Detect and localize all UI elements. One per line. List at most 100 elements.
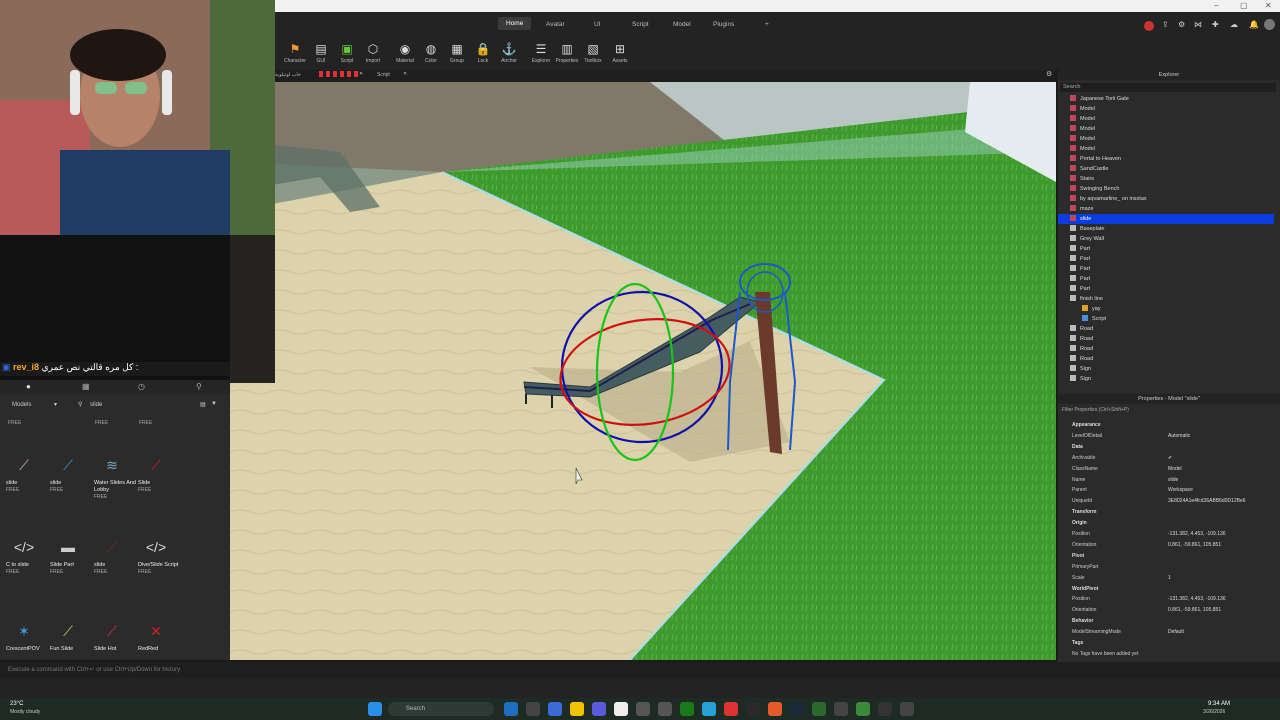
toolbox-search-input[interactable]: slide	[90, 402, 102, 408]
explorer-item[interactable]: Stairs	[1058, 174, 1274, 184]
property-value[interactable]: 0.861, -59.861, 105.851	[1168, 605, 1221, 615]
explorer-button[interactable]: ☰ Explorer	[527, 42, 555, 64]
property-value[interactable]: 1	[1168, 573, 1171, 583]
asset-item[interactable]: ⟋ slide FREE	[88, 532, 136, 576]
toolbox-button[interactable]: ▧ Toolbox	[579, 42, 607, 64]
asset-item[interactable]: ▬ Slide Part FREE	[44, 532, 92, 575]
3d-viewport[interactable]	[230, 82, 1056, 660]
tab-ui[interactable]: UI	[594, 21, 601, 28]
asset-item[interactable]: ⟋ slide FREE	[0, 450, 48, 494]
viewport-settings-icon[interactable]: ⚙	[1046, 70, 1052, 78]
property-value[interactable]: Default	[1168, 627, 1184, 637]
properties-filter-input[interactable]: Filter Properties (Ctrl+Shift+P)	[1062, 407, 1129, 413]
explorer-item[interactable]: Road	[1058, 334, 1274, 344]
property-category[interactable]: WorldPivot	[1058, 584, 1276, 594]
mail-icon[interactable]	[636, 702, 650, 716]
recent-icon[interactable]: ◷	[138, 382, 145, 391]
group-button[interactable]: ▦ Group	[443, 42, 471, 64]
asset-item[interactable]: ✶ CrescentPOV	[0, 616, 48, 653]
recording-icon[interactable]	[1144, 21, 1154, 31]
terminal-icon[interactable]	[856, 702, 870, 716]
share-icon[interactable]: ⇪	[1162, 20, 1169, 29]
anchor-button[interactable]: ⚓ Anchor	[495, 42, 523, 64]
explorer-item[interactable]: Grey Wall	[1058, 234, 1274, 244]
app-icon[interactable]	[548, 702, 562, 716]
tab-avatar[interactable]: Avatar	[546, 21, 565, 28]
property-row[interactable]: ClassName Model	[1058, 464, 1276, 474]
media-icon[interactable]	[658, 702, 672, 716]
property-row[interactable]: Archivable ✔	[1058, 453, 1276, 463]
property-row[interactable]: LevelOfDetail Automatic	[1058, 431, 1276, 441]
assets-button[interactable]: ⊞ Assets	[606, 42, 634, 64]
asset-item[interactable]: ⟋ Fun Slide	[44, 616, 92, 653]
explorer-item[interactable]: Model	[1058, 144, 1274, 154]
cloud-icon[interactable]: ☁	[1230, 20, 1238, 29]
chrome-icon[interactable]	[724, 702, 738, 716]
property-row[interactable]: UniqueId 3E8024A1e4fcd36ABB6d0D12Be6	[1058, 496, 1276, 506]
explorer-item[interactable]: Model	[1058, 104, 1274, 114]
clock-time[interactable]: 9:34 AM	[1208, 701, 1230, 707]
property-category[interactable]: Appearance	[1058, 420, 1276, 430]
notification-icon[interactable]: 🔔	[1249, 20, 1259, 29]
tab-script-doc[interactable]: Script	[377, 72, 390, 78]
explorer-search-input[interactable]: Search	[1060, 83, 1276, 92]
taskbar-search-input[interactable]: Search	[388, 702, 494, 716]
explorer-item[interactable]: by aqvamarline_ on insxtax	[1058, 194, 1274, 204]
property-row[interactable]: Orientation 0.861, -59.861, 105.851	[1058, 540, 1276, 550]
property-row[interactable]: Position -131.382, 4.453, -109.136	[1058, 529, 1276, 539]
property-row[interactable]: No Tags have been added yet	[1058, 649, 1276, 659]
xbox-icon[interactable]	[680, 702, 694, 716]
material-button[interactable]: ◉ Material	[391, 42, 419, 64]
maximize-icon[interactable]: ▢	[1240, 1, 1248, 10]
avatar[interactable]	[1264, 19, 1275, 30]
github-icon[interactable]	[746, 702, 760, 716]
asset-item[interactable]: </> Dive/Slide Script FREE	[132, 532, 180, 575]
property-row[interactable]: PrimaryPart	[1058, 562, 1276, 572]
weather-temp[interactable]: 23°C	[10, 701, 23, 707]
task-view-icon[interactable]	[526, 702, 540, 716]
property-row[interactable]: ModelStreamingMode Default	[1058, 627, 1276, 637]
app2-icon[interactable]	[834, 702, 848, 716]
tab-add[interactable]: +	[765, 21, 769, 28]
explorer-item[interactable]: Portal to Heaven	[1058, 154, 1274, 164]
obs-icon[interactable]	[878, 702, 892, 716]
property-row[interactable]: Position -131.382, 4.453, -109.136	[1058, 594, 1276, 604]
marketplace-icon[interactable]: ▦	[82, 382, 90, 391]
excel-icon[interactable]	[812, 702, 826, 716]
explorer-item[interactable]: Swinging Bench	[1058, 184, 1274, 194]
tab-place[interactable]: خاب لوتيلوية	[275, 72, 301, 78]
explorer-item[interactable]: Script	[1058, 314, 1274, 324]
gui-button[interactable]: ▤ GUI	[307, 42, 335, 64]
grid-icon[interactable]: ▤	[200, 401, 206, 408]
property-value[interactable]: Workspace	[1168, 485, 1193, 495]
team-icon[interactable]: ✚	[1212, 20, 1219, 29]
tab-home[interactable]: Home	[498, 17, 532, 30]
discord-icon[interactable]	[592, 702, 606, 716]
filter-icon[interactable]: ▼	[211, 401, 217, 407]
asset-item[interactable]: ⟋ Slide FREE	[132, 450, 180, 494]
property-category[interactable]: Tags	[1058, 638, 1276, 648]
explorer-item[interactable]: Road	[1058, 344, 1274, 354]
explorer-item[interactable]: Part	[1058, 284, 1274, 294]
property-category[interactable]: Data	[1058, 442, 1276, 452]
asset-item[interactable]: ✕ RedRed	[132, 616, 180, 653]
tab-close-icon[interactable]: ✕	[359, 71, 363, 77]
property-value[interactable]: 0.861, -59.861, 105.851	[1168, 540, 1221, 550]
explorer-item[interactable]: Model	[1058, 114, 1274, 124]
lock-button[interactable]: 🔒 Lock	[469, 42, 497, 64]
property-value[interactable]: -131.382, 4.453, -109.136	[1168, 529, 1226, 539]
asset-item[interactable]: ⟋ Slide Hot	[88, 616, 136, 653]
explorer-item[interactable]: Baseplate	[1058, 224, 1274, 234]
character-button[interactable]: ⚑ Character	[281, 42, 309, 64]
steam-icon[interactable]	[790, 702, 804, 716]
property-row[interactable]: Name slide	[1058, 475, 1276, 485]
explorer-item[interactable]: Part	[1058, 254, 1274, 264]
explorer-item[interactable]: finish line	[1058, 294, 1274, 304]
color-button[interactable]: ◍ Color	[417, 42, 445, 64]
import-button[interactable]: ⬡ Import	[359, 42, 387, 64]
close-icon[interactable]: ✕	[1265, 1, 1272, 10]
property-value[interactable]: -131.382, 4.453, -109.136	[1168, 594, 1226, 604]
explorer-item[interactable]: slide	[1058, 214, 1274, 224]
minimize-icon[interactable]: –	[1214, 1, 1218, 10]
explorer-item[interactable]: SandCastle	[1058, 164, 1274, 174]
